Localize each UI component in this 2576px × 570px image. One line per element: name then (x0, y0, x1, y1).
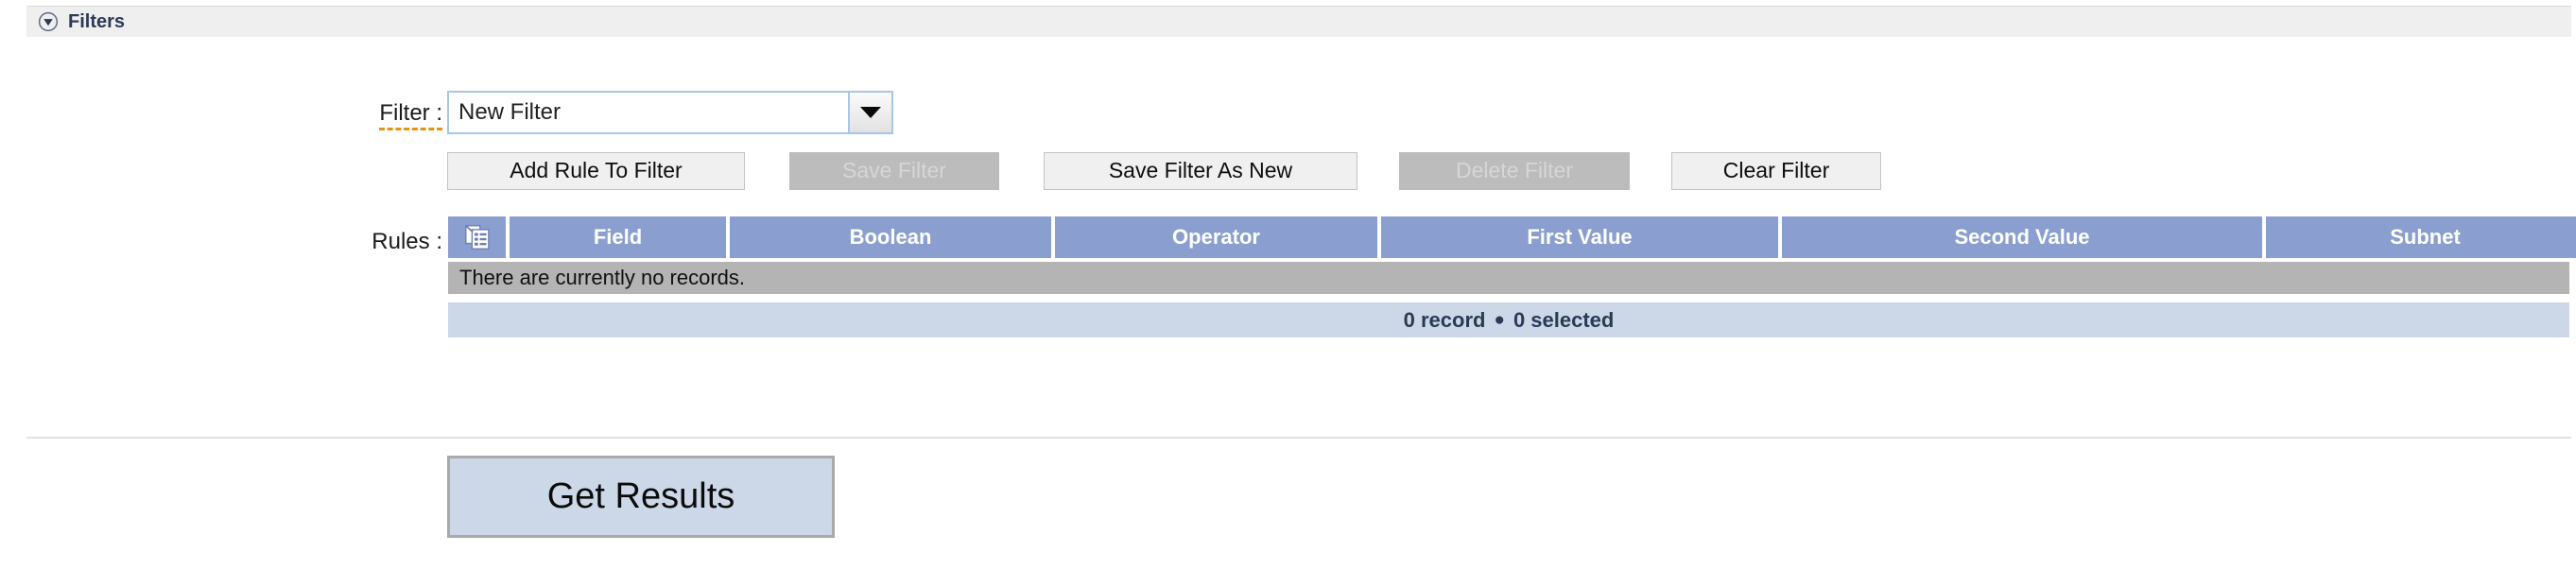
filter-combobox[interactable] (447, 91, 893, 134)
section-divider (26, 437, 2571, 439)
page-title: Filters (68, 10, 126, 32)
column-header-second-value[interactable]: Second Value (1782, 216, 2262, 258)
save-filter-button: Save Filter (789, 152, 999, 190)
delete-filter-button: Delete Filter (1399, 152, 1630, 190)
clear-filter-button[interactable]: Clear Filter (1671, 152, 1881, 190)
chevron-down-icon (860, 107, 881, 118)
filter-input[interactable] (449, 93, 848, 132)
filters-panel-header[interactable]: Filters (26, 6, 2571, 37)
rules-grid-footer: 0 record ● 0 selected (448, 302, 2569, 337)
add-rule-to-filter-button[interactable]: Add Rule To Filter (447, 152, 745, 190)
selected-count: 0 selected (1513, 307, 1615, 332)
separator-dot-icon: ● (1494, 310, 1505, 330)
get-results-button[interactable]: Get Results (447, 456, 835, 538)
circle-triangle-down-icon[interactable] (38, 11, 59, 32)
rules-empty-message: There are currently no records. (448, 262, 2569, 294)
rules-grid-header: Field Boolean Operator First Value Secon… (448, 216, 2576, 258)
column-header-first-value[interactable]: First Value (1381, 216, 1778, 258)
record-count: 0 record (1403, 307, 1486, 332)
column-header-boolean[interactable]: Boolean (730, 216, 1051, 258)
filter-actions-toolbar: Add Rule To Filter Save Filter Save Filt… (447, 152, 1881, 190)
save-filter-as-new-button[interactable]: Save Filter As New (1044, 152, 1357, 190)
filter-label: Filter : (343, 100, 442, 130)
rules-label: Rules : (372, 229, 442, 254)
select-all-records-header[interactable] (448, 216, 506, 258)
column-header-operator[interactable]: Operator (1055, 216, 1377, 258)
filter-dropdown-button[interactable] (848, 93, 891, 132)
column-header-subnet[interactable]: Subnet (2266, 216, 2576, 258)
rules-grid: Field Boolean Operator First Value Secon… (448, 216, 2576, 337)
records-list-icon (464, 225, 490, 250)
column-header-field[interactable]: Field (510, 216, 726, 258)
